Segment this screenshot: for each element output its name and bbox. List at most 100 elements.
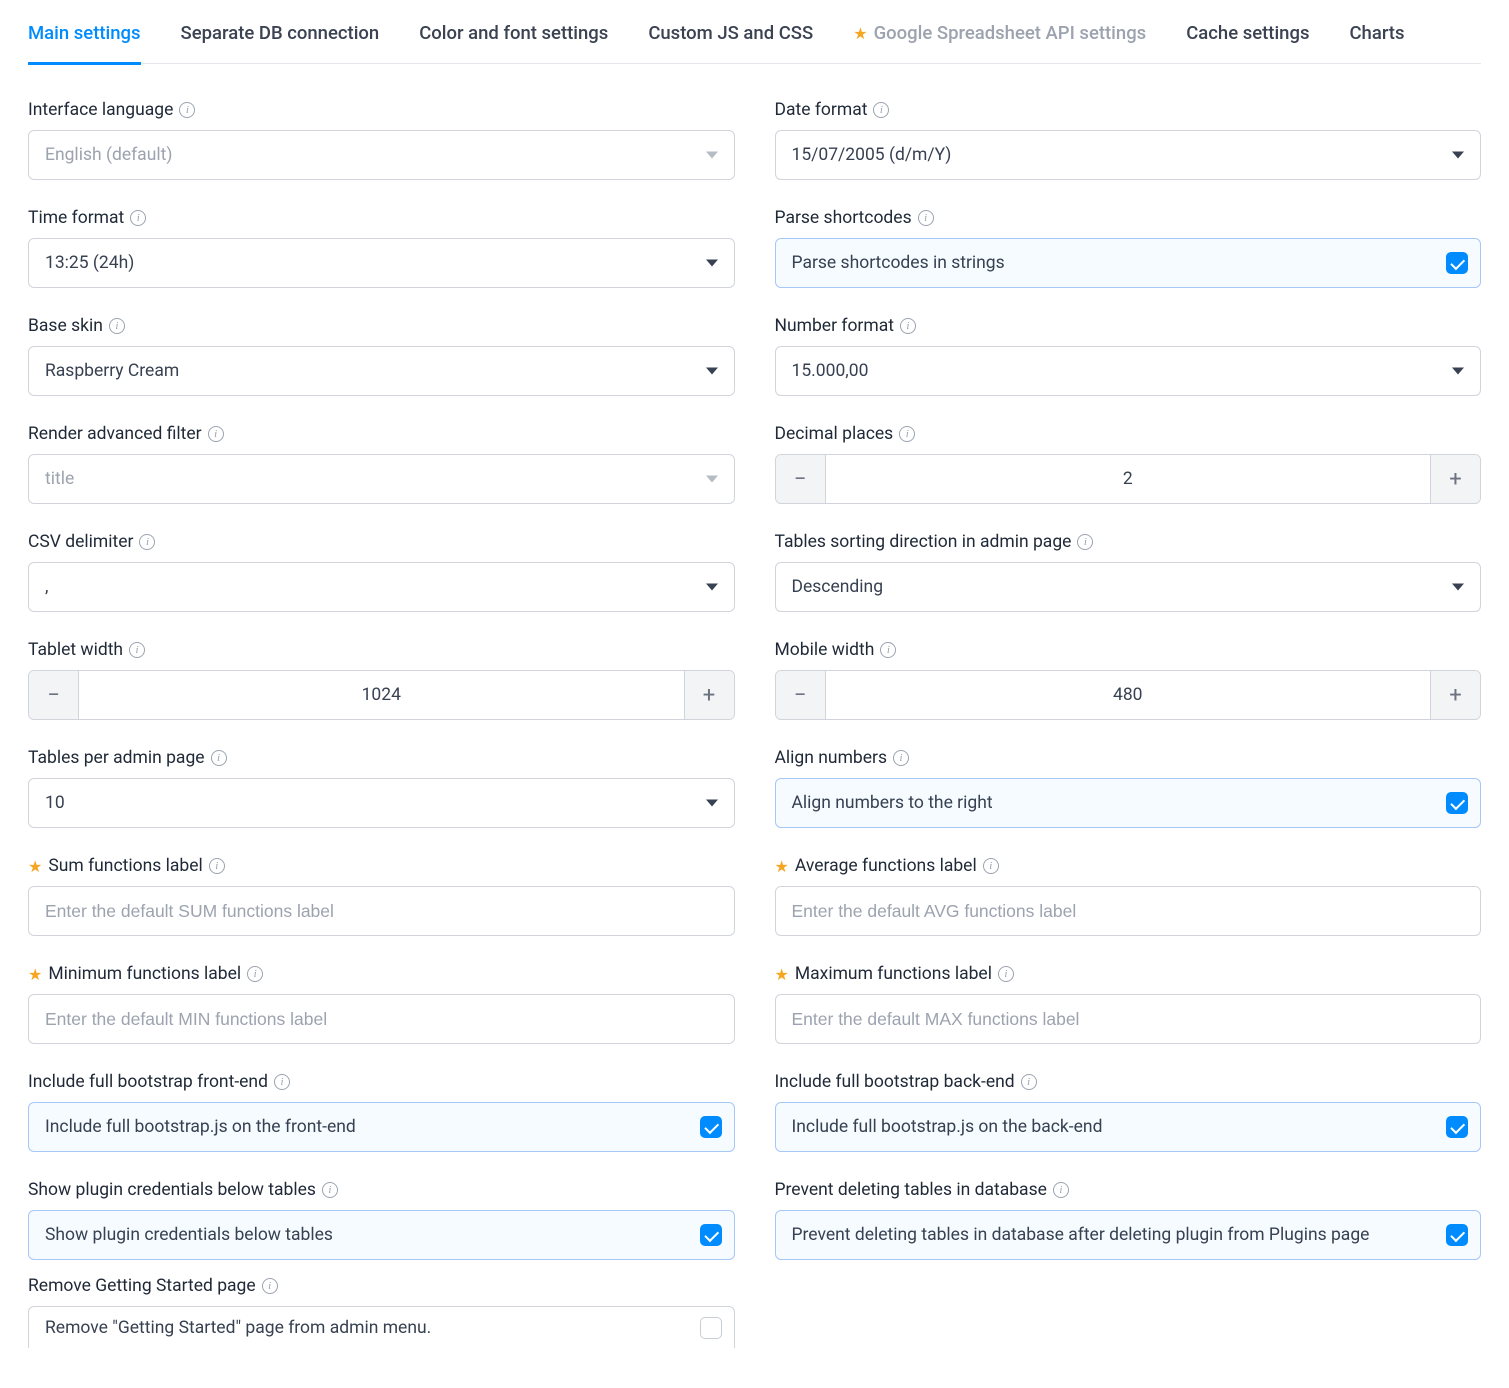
toggle-text: Prevent deleting tables in database afte… xyxy=(792,1225,1370,1245)
field-show-credentials: Show plugin credentials below tables i Sh… xyxy=(28,1180,735,1260)
decrement-button[interactable]: − xyxy=(29,671,79,719)
info-icon[interactable]: i xyxy=(262,1278,278,1294)
align-numbers-toggle[interactable]: Align numbers to the right xyxy=(775,778,1482,828)
stepper-value[interactable]: 2 xyxy=(826,455,1431,503)
toggle-text: Align numbers to the right xyxy=(792,793,993,813)
interface-language-select[interactable]: English (default) xyxy=(28,130,735,180)
star-icon: ★ xyxy=(28,965,42,984)
info-icon[interactable]: i xyxy=(208,426,224,442)
info-icon[interactable]: i xyxy=(1077,534,1093,550)
info-icon[interactable]: i xyxy=(179,102,195,118)
field-sum-label: ★Sum functions labeli xyxy=(28,856,735,936)
tab-cache-settings[interactable]: Cache settings xyxy=(1186,16,1309,63)
tab-main-settings[interactable]: Main settings xyxy=(28,16,141,65)
info-icon[interactable]: i xyxy=(1053,1182,1069,1198)
label-text: Maximum functions label xyxy=(795,964,992,984)
tab-color-font[interactable]: Color and font settings xyxy=(419,16,608,63)
info-icon[interactable]: i xyxy=(130,210,146,226)
toggle-text: Remove "Getting Started" page from admin… xyxy=(45,1318,431,1338)
info-icon[interactable]: i xyxy=(900,318,916,334)
label-text: Minimum functions label xyxy=(48,964,241,984)
tab-label: Color and font settings xyxy=(419,22,608,44)
info-icon[interactable]: i xyxy=(983,858,999,874)
field-base-skin: Base skin i Raspberry Cream xyxy=(28,316,735,396)
label-text: Tables sorting direction in admin page xyxy=(775,532,1072,552)
csv-delimiter-select[interactable]: , xyxy=(28,562,735,612)
field-interface-language: Interface language i English (default) xyxy=(28,100,735,180)
info-icon[interactable]: i xyxy=(247,966,263,982)
label-text: Show plugin credentials below tables xyxy=(28,1180,316,1200)
field-sorting-direction: Tables sorting direction in admin pagei … xyxy=(775,532,1482,612)
tab-charts[interactable]: Charts xyxy=(1349,16,1404,63)
chevron-down-icon xyxy=(1452,152,1464,159)
max-label-input[interactable] xyxy=(775,994,1482,1044)
field-max-label: ★ Maximum functions label i xyxy=(775,964,1482,1044)
info-icon[interactable]: i xyxy=(893,750,909,766)
info-icon[interactable]: i xyxy=(129,642,145,658)
chevron-down-icon xyxy=(706,800,718,807)
info-icon[interactable]: i xyxy=(211,750,227,766)
label-text: Base skin xyxy=(28,316,103,336)
tab-google-api[interactable]: ★Google Spreadsheet API settings xyxy=(853,16,1146,63)
label-text: Align numbers xyxy=(775,748,888,768)
field-remove-getting-started: Remove Getting Started pagei Remove "Get… xyxy=(28,1276,735,1348)
prevent-delete-toggle[interactable]: Prevent deleting tables in database afte… xyxy=(775,1210,1482,1260)
field-bootstrap-back: Include full bootstrap back-endi Include… xyxy=(775,1072,1482,1152)
parse-shortcodes-toggle[interactable]: Parse shortcodes in strings xyxy=(775,238,1482,288)
sorting-direction-select[interactable]: Descending xyxy=(775,562,1482,612)
info-icon[interactable]: i xyxy=(873,102,889,118)
number-format-select[interactable]: 15.000,00 xyxy=(775,346,1482,396)
remove-getting-started-toggle[interactable]: Remove "Getting Started" page from admin… xyxy=(28,1306,735,1348)
toggle-text: Parse shortcodes in strings xyxy=(792,253,1005,273)
info-icon[interactable]: i xyxy=(322,1182,338,1198)
min-label-input[interactable] xyxy=(28,994,735,1044)
increment-button[interactable]: + xyxy=(1430,671,1480,719)
checkbox-icon xyxy=(1446,1224,1468,1246)
star-icon: ★ xyxy=(28,857,42,876)
chevron-down-icon xyxy=(706,152,718,159)
star-icon: ★ xyxy=(775,965,789,984)
stepper-value[interactable]: 480 xyxy=(826,671,1431,719)
chevron-down-icon xyxy=(1452,368,1464,375)
bootstrap-front-toggle[interactable]: Include full bootstrap.js on the front-e… xyxy=(28,1102,735,1152)
decimal-places-stepper: − 2 + xyxy=(775,454,1482,504)
decrement-button[interactable]: − xyxy=(776,455,826,503)
tables-per-admin-select[interactable]: 10 xyxy=(28,778,735,828)
label-text: CSV delimiter xyxy=(28,532,133,552)
info-icon[interactable]: i xyxy=(274,1074,290,1090)
increment-button[interactable]: + xyxy=(1430,455,1480,503)
tab-label: Custom JS and CSS xyxy=(648,22,813,44)
increment-button[interactable]: + xyxy=(684,671,734,719)
sum-label-input[interactable] xyxy=(28,886,735,936)
decrement-button[interactable]: − xyxy=(776,671,826,719)
tab-custom-js-css[interactable]: Custom JS and CSS xyxy=(648,16,813,63)
time-format-select[interactable]: 13:25 (24h) xyxy=(28,238,735,288)
info-icon[interactable]: i xyxy=(139,534,155,550)
base-skin-select[interactable]: Raspberry Cream xyxy=(28,346,735,396)
chevron-down-icon xyxy=(706,368,718,375)
date-format-select[interactable]: 15/07/2005 (d/m/Y) xyxy=(775,130,1482,180)
info-icon[interactable]: i xyxy=(109,318,125,334)
label-text: Interface language xyxy=(28,100,173,120)
chevron-down-icon xyxy=(706,584,718,591)
info-icon[interactable]: i xyxy=(209,858,225,874)
tablet-width-stepper: − 1024 + xyxy=(28,670,735,720)
avg-label-input[interactable] xyxy=(775,886,1482,936)
bootstrap-back-toggle[interactable]: Include full bootstrap.js on the back-en… xyxy=(775,1102,1482,1152)
show-credentials-toggle[interactable]: Show plugin credentials below tables xyxy=(28,1210,735,1260)
field-avg-label: ★Average functions labeli xyxy=(775,856,1482,936)
info-icon[interactable]: i xyxy=(880,642,896,658)
toggle-text: Include full bootstrap.js on the front-e… xyxy=(45,1117,356,1137)
checkbox-icon xyxy=(700,1317,722,1339)
info-icon[interactable]: i xyxy=(998,966,1014,982)
info-icon[interactable]: i xyxy=(899,426,915,442)
info-icon[interactable]: i xyxy=(918,210,934,226)
label-text: Decimal places xyxy=(775,424,894,444)
info-icon[interactable]: i xyxy=(1021,1074,1037,1090)
toggle-text: Show plugin credentials below tables xyxy=(45,1225,333,1245)
render-advanced-filter-select[interactable]: title xyxy=(28,454,735,504)
chevron-down-icon xyxy=(706,476,718,483)
select-value: 10 xyxy=(45,793,65,813)
stepper-value[interactable]: 1024 xyxy=(79,671,684,719)
tab-separate-db[interactable]: Separate DB connection xyxy=(181,16,380,63)
